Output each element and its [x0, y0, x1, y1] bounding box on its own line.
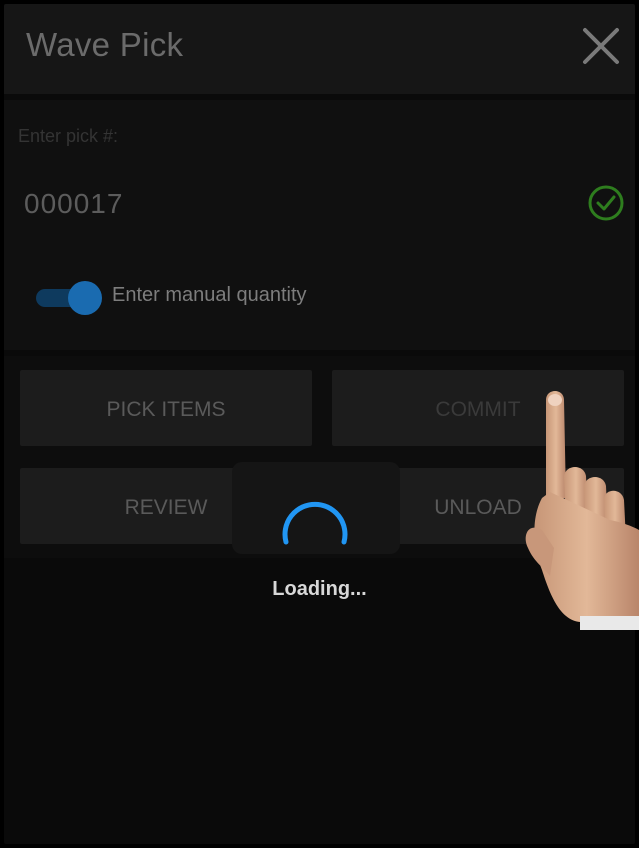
unload-label: UNLOAD [434, 496, 522, 519]
manual-quantity-toggle[interactable] [34, 280, 102, 316]
close-icon [583, 28, 619, 64]
review-label: REVIEW [124, 496, 208, 519]
close-button[interactable] [581, 24, 621, 68]
pick-form: Enter pick #: 000017 Enter manual quanti… [4, 100, 635, 350]
pick-items-label: PICK ITEMS [106, 398, 226, 421]
page-title: Wave Pick [26, 26, 184, 63]
pick-items-button[interactable]: PICK ITEMS [20, 370, 312, 446]
loading-spinner-icon [276, 490, 354, 568]
commit-label: COMMIT [435, 398, 521, 421]
top-app-bar: Wave Pick [4, 4, 635, 94]
pick-number-input[interactable]: 000017 [24, 188, 123, 220]
manual-quantity-label: Enter manual quantity [112, 284, 307, 306]
pick-number-label: Enter pick #: [18, 126, 119, 146]
toggle-knob [68, 281, 102, 315]
pointing-hand-icon [520, 380, 639, 630]
check-circle-icon [587, 184, 625, 222]
